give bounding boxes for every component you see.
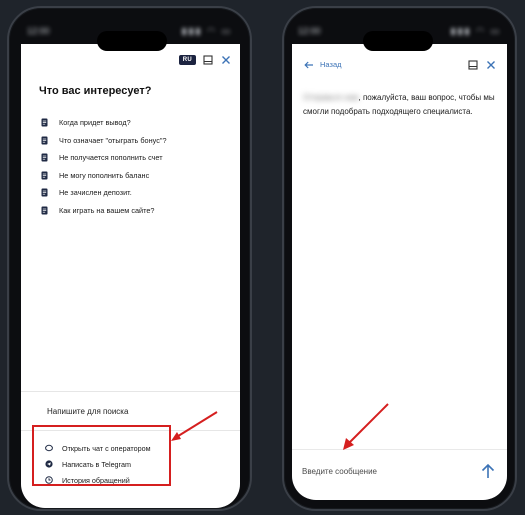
widget-toolbar: RU [178,54,232,66]
document-icon [41,206,48,215]
close-icon[interactable] [220,54,232,66]
divider [21,391,240,392]
document-icon [41,171,48,180]
chat-toolbar [467,59,497,71]
chat-screen: Назад Отправьте нам, пожалуйста, ваш воп… [292,44,507,500]
send-arrow-icon[interactable] [479,462,497,480]
dynamic-island [363,31,433,51]
annotation-highlight-box [32,425,171,486]
back-button[interactable]: Назад [304,60,342,69]
status-time: 12:00 [27,26,50,36]
faq-item-label: Не зачислен депозит. [59,188,132,198]
close-icon[interactable] [485,59,497,71]
status-icons: ▮▮▮ ◠ ▭ [450,25,501,36]
faq-item[interactable]: Не получается пополнить счет [41,149,167,167]
document-icon [41,188,48,197]
faq-item[interactable]: Не зачислен депозит. [41,184,167,202]
annotation-arrow-right [343,403,389,450]
page-title: Что вас интересует? [39,85,152,97]
minimize-icon[interactable] [202,54,214,66]
document-icon [41,118,48,127]
message-input[interactable]: Введите сообщение [302,467,377,476]
faq-item[interactable]: Не могу пополнить баланс [41,167,167,185]
faq-item[interactable]: Как играть на вашем сайте? [41,202,167,220]
status-icons: ▮▮▮ ◠ ▭ [181,25,232,36]
message-input-bar: Введите сообщение [292,449,507,500]
document-icon [41,153,48,162]
faq-item-label: Не могу пополнить баланс [59,170,150,180]
status-time: 12:00 [298,26,321,36]
language-button[interactable]: RU [178,55,196,65]
minimize-icon[interactable] [467,59,479,71]
annotation-arrow-left [171,411,218,441]
faq-item-label: Когда придет вывод? [59,118,131,128]
faq-item[interactable]: Что означает "отыграть бонус"? [41,132,167,150]
faq-list: Когда придет вывод? Что означает "отыгра… [41,114,167,219]
search-input[interactable]: Напишите для поиска [47,407,128,416]
blurred-text: Отправьте нам [303,93,359,102]
document-icon [41,136,48,145]
faq-item-label: Не получается пополнить счет [59,153,163,163]
faq-item[interactable]: Когда придет вывод? [41,114,167,132]
arrow-left-icon [304,61,313,68]
faq-item-label: Как играть на вашем сайте? [59,205,155,215]
faq-item-label: Что означает "отыграть бонус"? [59,135,167,145]
bot-message: Отправьте нам, пожалуйста, ваш вопрос, ч… [303,91,499,119]
right-phone-frame: 12:00 ▮▮▮ ◠ ▭ Назад Отправьте нам, пожал… [282,6,517,511]
back-label: Назад [320,60,342,69]
dynamic-island [97,31,167,51]
